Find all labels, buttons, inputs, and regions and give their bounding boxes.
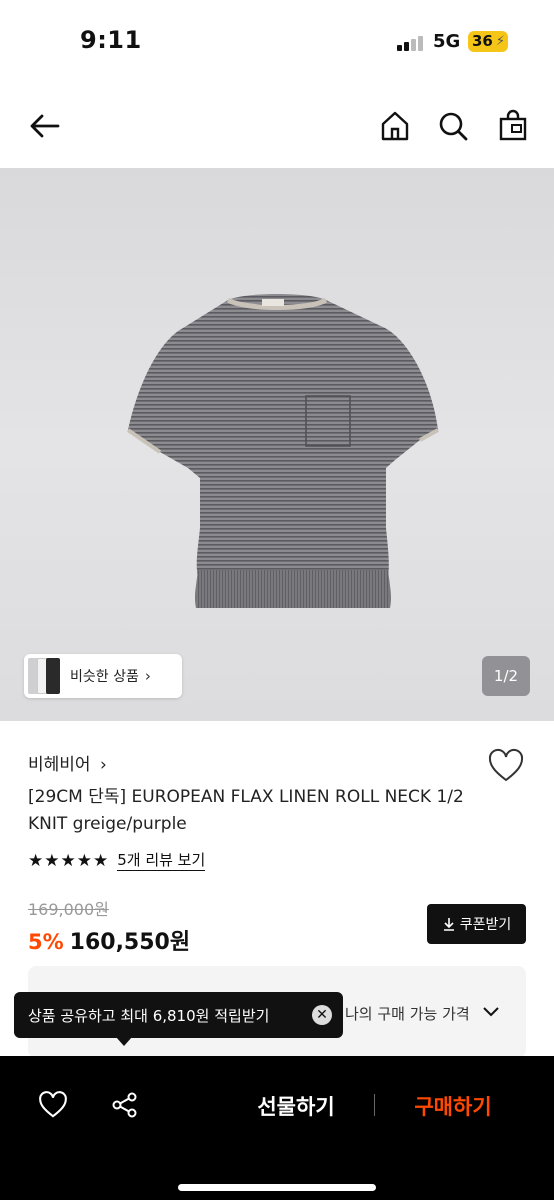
original-price: 169,000원 [28,900,109,919]
status-bar: 9:11 5G 36 ⚡ [0,0,554,84]
coupon-label: 쿠폰받기 [459,917,512,933]
battery-icon: 36 ⚡ [468,31,508,52]
chevron-right-icon: › [99,755,107,775]
brand-link[interactable]: 비헤비어 › [28,750,107,775]
gift-button[interactable]: 선물하기 [240,1086,352,1126]
home-icon[interactable] [377,108,413,144]
heart-icon[interactable] [486,746,526,786]
divider [374,1094,375,1116]
similar-products-label: 비슷한 상품 [70,669,139,685]
tooltip-text: 상품 공유하고 최대 6,810원 적립받기 [28,1006,270,1025]
review-link[interactable]: 5개 리뷰 보기 [117,850,206,871]
price-row: 5% 160,550원 [28,924,190,956]
coupon-button[interactable]: 쿠폰받기 [427,904,526,944]
close-icon[interactable]: ✕ [312,1005,332,1025]
similar-thumbnails [28,654,64,698]
my-price-label: 나의 구매 가능 가격 [345,1005,470,1023]
battery-level: 36 [472,32,493,50]
bottom-action-bar: 선물하기 구매하기 [0,1056,554,1200]
shopping-bag-icon[interactable] [495,108,531,144]
pager-text: 1/2 [493,667,519,685]
download-icon [443,918,454,931]
home-indicator [178,1184,376,1191]
discount-rate: 5% [28,930,64,954]
rating-row: ★★★★★ 5개 리뷰 보기 [28,850,206,871]
network-label: 5G [433,31,461,52]
knit-shirt-image [126,294,439,608]
product-title: [29CM 단독] EUROPEAN FLAX LINEN ROLL NECK … [28,787,464,834]
sale-price: 160,550원 [69,930,191,955]
back-arrow-icon[interactable] [26,108,62,144]
chevron-down-icon[interactable] [481,1001,501,1021]
signal-icon [397,35,425,51]
tooltip-arrow [116,1037,132,1046]
heart-icon[interactable] [36,1088,70,1122]
top-nav [0,84,554,168]
buy-button[interactable]: 구매하기 [396,1086,510,1126]
product-image[interactable]: 비슷한 상품 › 1/2 [0,168,554,721]
image-pager: 1/2 [482,656,530,696]
status-time: 9:11 [80,26,142,54]
brand-name: 비헤비어 [28,755,91,775]
search-icon[interactable] [435,108,471,144]
share-icon[interactable] [108,1088,142,1122]
share-reward-tooltip: 상품 공유하고 최대 6,810원 적립받기 ✕ [14,992,343,1038]
rating-stars: ★★★★★ [28,850,110,871]
similar-products-button[interactable]: 비슷한 상품 › [24,654,182,698]
chevron-right-icon: › [144,667,151,685]
charging-bolt-icon: ⚡ [495,34,505,49]
